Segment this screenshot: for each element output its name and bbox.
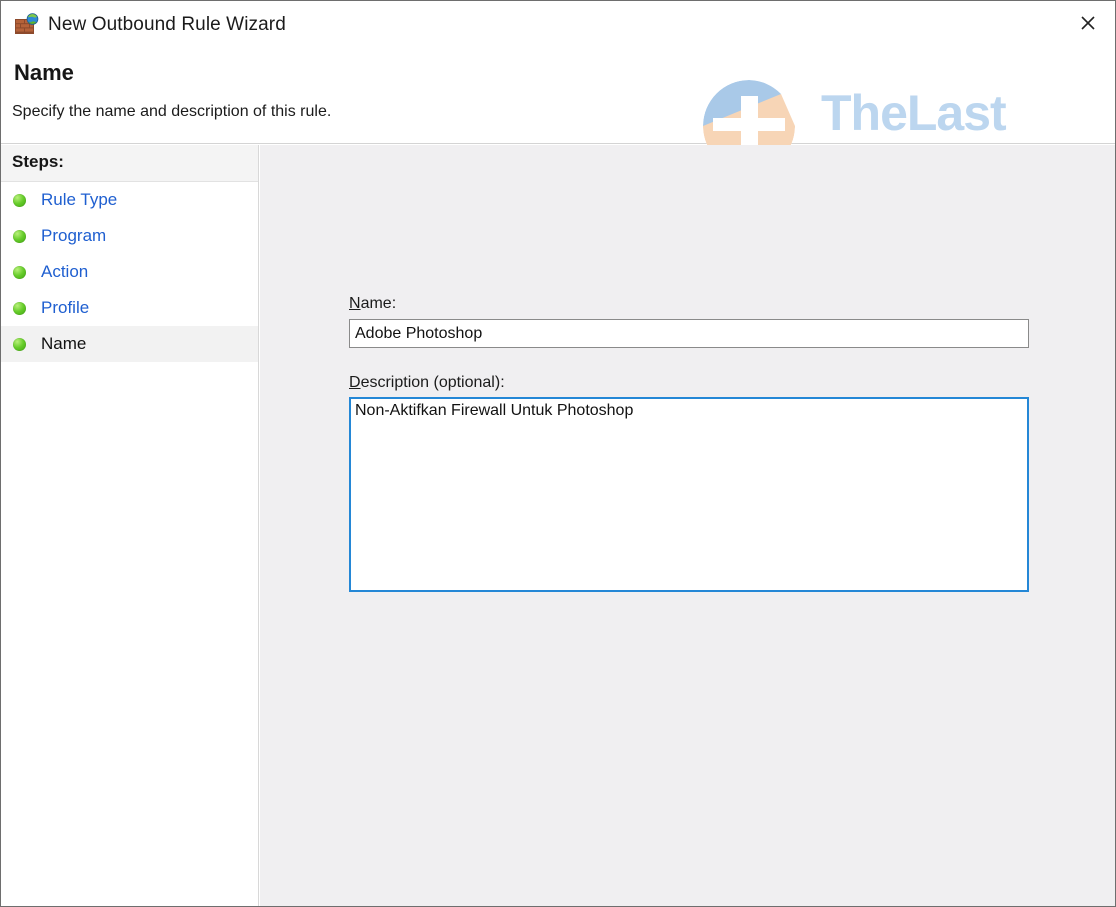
sidebar-item-rule-type[interactable]: Rule Type xyxy=(1,182,258,218)
step-completed-icon xyxy=(13,301,26,315)
red-arrow-annotation xyxy=(1105,833,1115,906)
name-label-rest: ame: xyxy=(360,295,397,312)
window-title: New Outbound Rule Wizard xyxy=(48,14,286,35)
sidebar-item-label: Profile xyxy=(41,298,90,317)
firewall-brick-globe-icon xyxy=(14,13,40,35)
new-outbound-rule-wizard-window: New Outbound Rule Wizard Name Specify th… xyxy=(0,0,1116,907)
brand-wordmark: TheLast xyxy=(821,85,1007,141)
sidebar-item-label: Action xyxy=(41,262,89,281)
step-completed-icon xyxy=(13,265,26,279)
wizard-content-pane: Name: Description (optional): < Back Fin… xyxy=(260,145,1115,906)
description-input[interactable] xyxy=(349,397,1029,592)
description-accelerator: D xyxy=(349,374,361,391)
title-bar: New Outbound Rule Wizard xyxy=(1,1,1115,44)
close-icon xyxy=(1081,15,1095,30)
sidebar-item-profile[interactable]: Profile xyxy=(1,290,258,326)
sidebar-item-label: Name xyxy=(41,334,87,353)
sidebar-item-program[interactable]: Program xyxy=(1,218,258,254)
name-field-label: Name: xyxy=(349,295,396,313)
steps-sidebar: Steps: Rule Type Program Action Profile … xyxy=(1,145,259,906)
page-title: Name xyxy=(14,60,74,85)
sidebar-item-action[interactable]: Action xyxy=(1,254,258,290)
steps-header-label: Steps: xyxy=(12,152,64,171)
description-field-label: Description (optional): xyxy=(349,374,505,392)
sidebar-item-name[interactable]: Name xyxy=(1,326,258,362)
name-accelerator: N xyxy=(349,295,361,312)
name-input[interactable] xyxy=(349,319,1029,348)
page-subtitle: Specify the name and description of this… xyxy=(12,103,332,120)
steps-header: Steps: xyxy=(1,145,258,182)
sidebar-item-label: Program xyxy=(41,226,107,245)
page-header: Name Specify the name and description of… xyxy=(1,44,1115,172)
sidebar-item-label: Rule Type xyxy=(41,190,118,209)
description-label-rest: escription (optional): xyxy=(360,374,505,391)
close-button[interactable] xyxy=(1061,1,1115,44)
step-completed-icon xyxy=(13,193,26,207)
step-completed-icon xyxy=(13,229,26,243)
step-current-icon xyxy=(13,337,26,351)
